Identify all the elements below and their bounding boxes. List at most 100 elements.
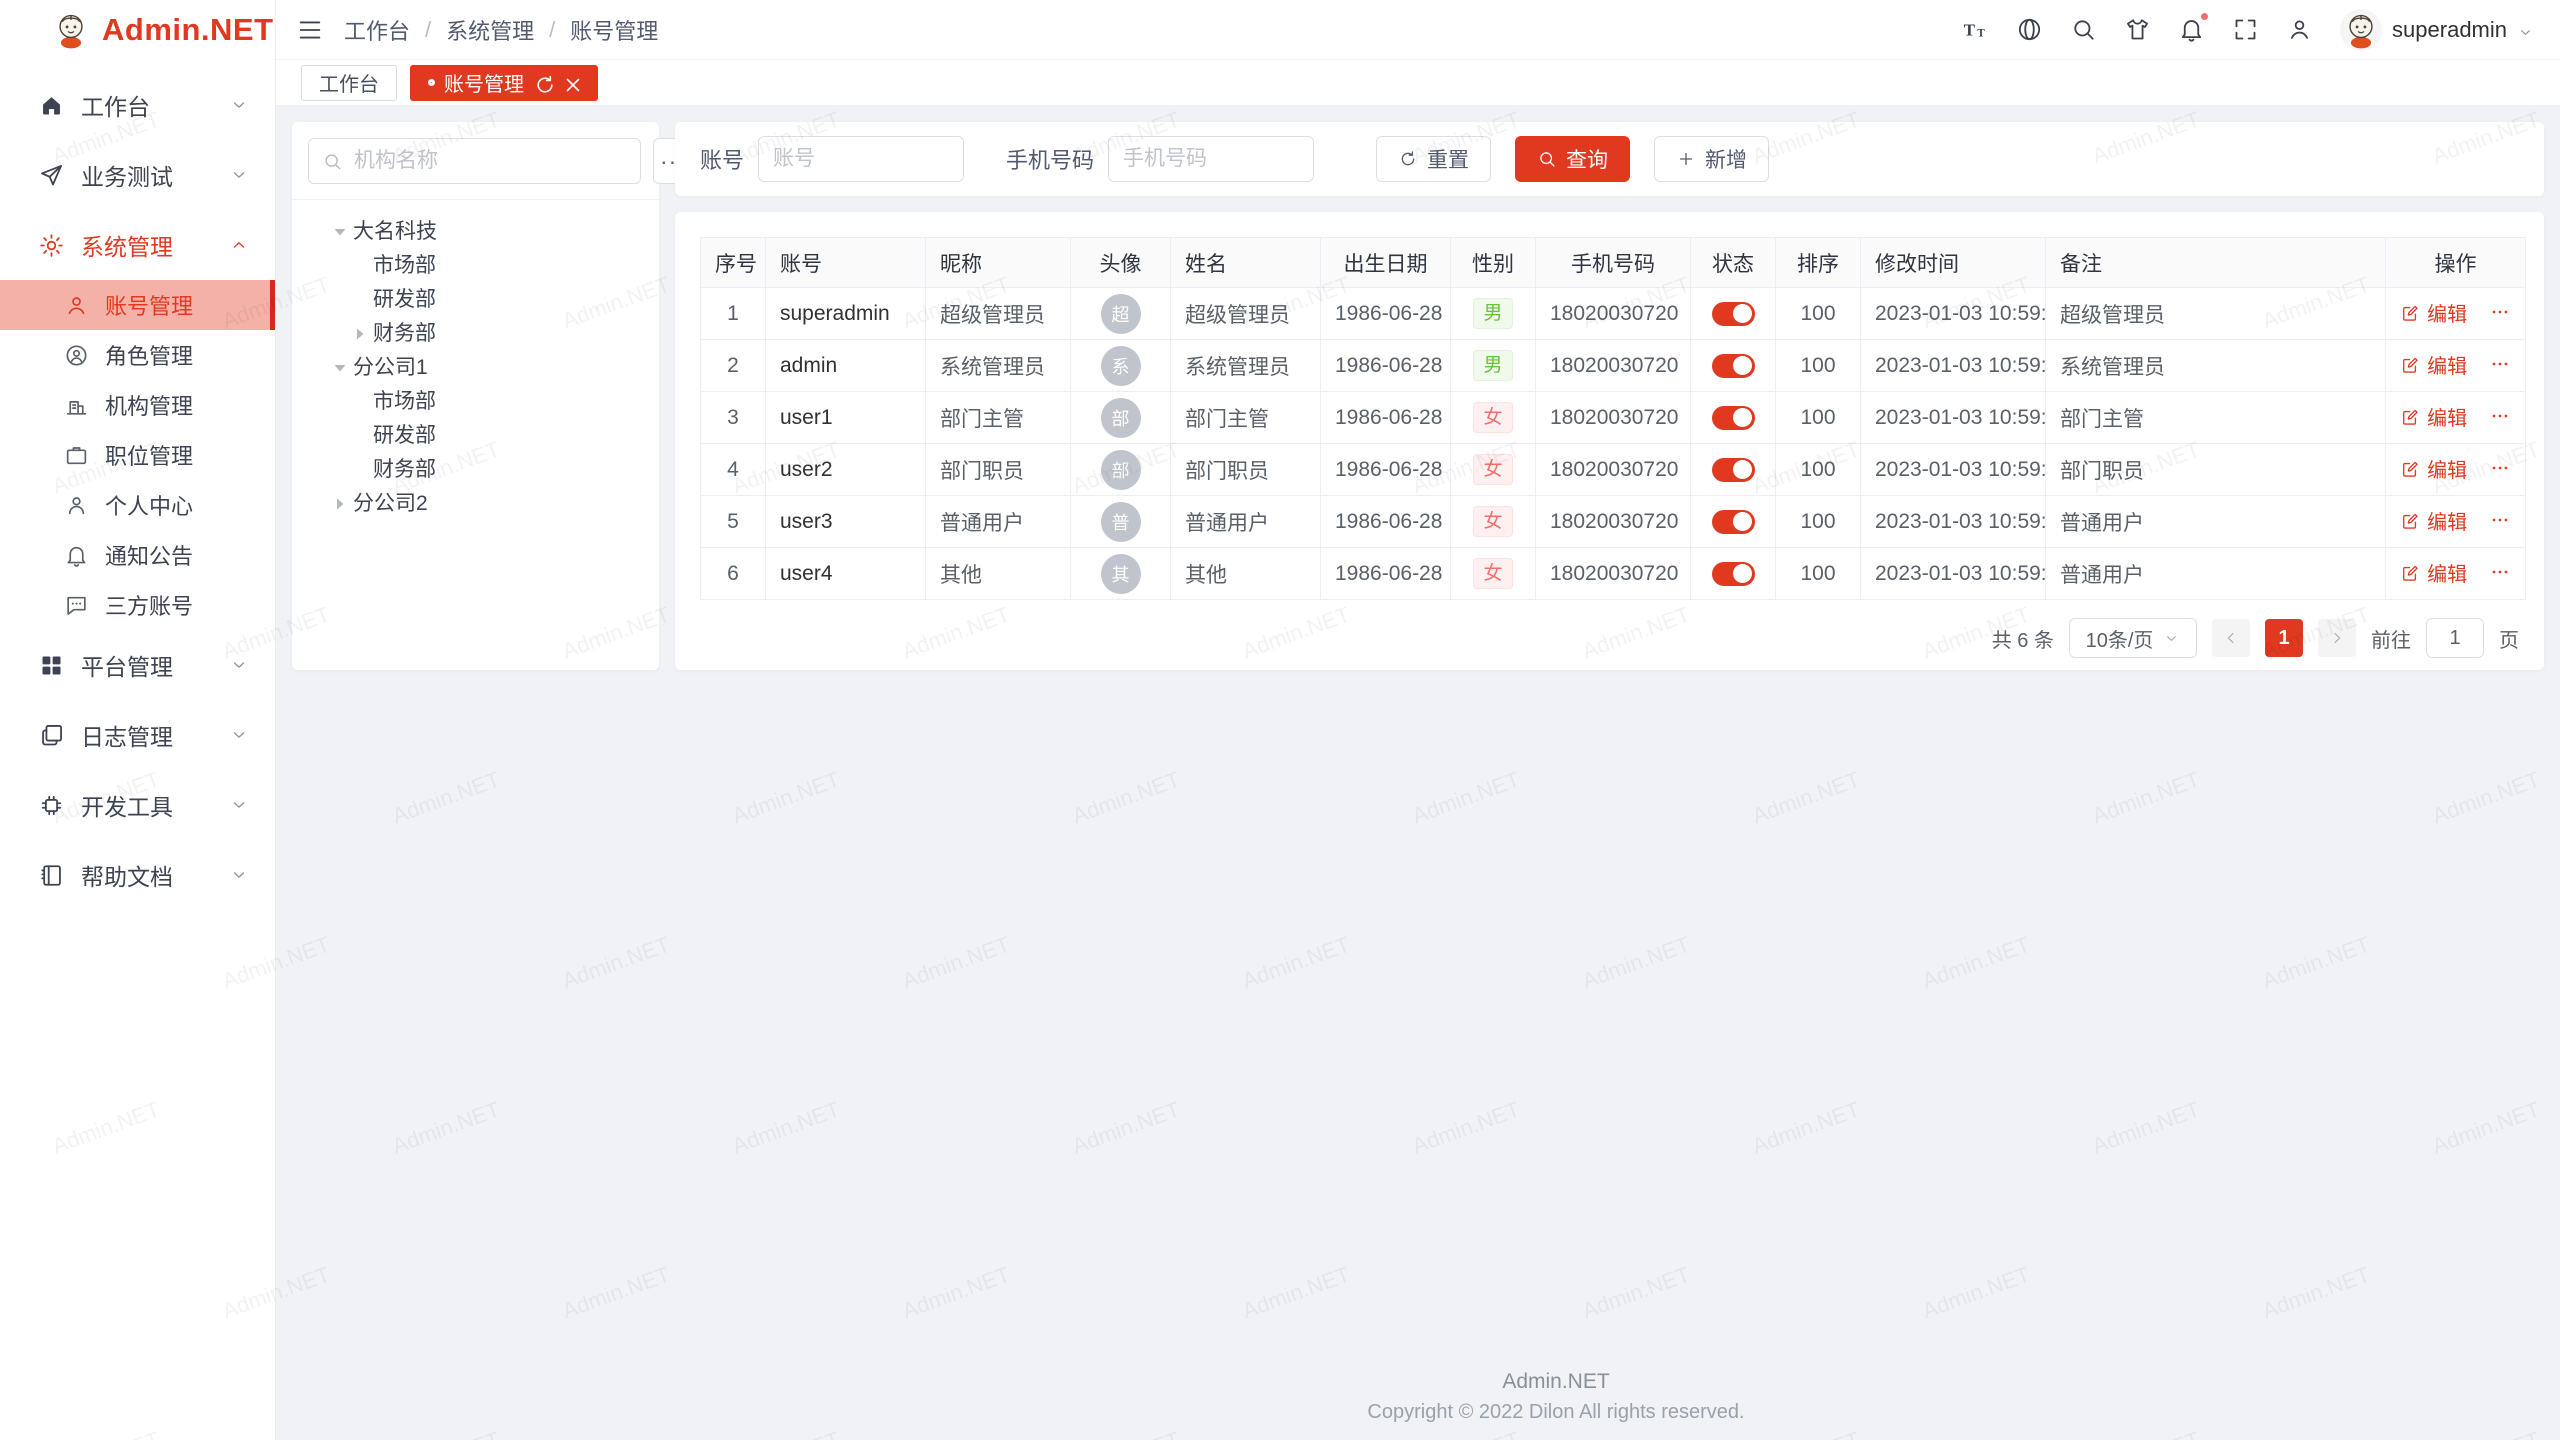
sidebar-item-help-docs[interactable]: 帮助文档 (0, 840, 275, 910)
tree-node[interactable]: 市场部 (300, 383, 651, 417)
caret-right-icon[interactable] (328, 492, 348, 512)
sidebar-item-org-manage[interactable]: 机构管理 (0, 380, 275, 430)
tab-workbench[interactable]: 工作台 (301, 65, 397, 101)
sidebar-item-third-account[interactable]: 三方账号 (0, 580, 275, 630)
row-more-button[interactable] (2489, 353, 2511, 375)
reset-button[interactable]: 重置 (1376, 136, 1491, 182)
sidebar-item-role-manage[interactable]: 角色管理 (0, 330, 275, 380)
sidebar-item-log-manage[interactable]: 日志管理 (0, 700, 275, 770)
gender-tag: 女 (1473, 402, 1512, 433)
cell-gender: 女 (1451, 496, 1536, 548)
theme-icon[interactable] (2124, 16, 2151, 43)
lang-icon (2016, 16, 2043, 43)
refresh-tab-icon[interactable] (533, 73, 552, 92)
page-size-select[interactable]: 10条/页 (2069, 618, 2197, 658)
cell-sort: 100 (1776, 392, 1861, 444)
next-page-button[interactable] (2318, 619, 2356, 657)
cell-no: 4 (701, 444, 766, 496)
sidebar-item-system-manage[interactable]: 系统管理 (0, 210, 275, 280)
sidebar-item-account-manage[interactable]: 账号管理 (0, 280, 275, 330)
top-navbar: 工作台/系统管理/账号管理 TT superadmin (276, 0, 2560, 60)
sidebar-item-business-test[interactable]: 业务测试 (0, 140, 275, 210)
cell-gender: 女 (1451, 444, 1536, 496)
caret-down-icon[interactable] (328, 356, 348, 376)
row-more-button[interactable] (2489, 301, 2511, 323)
tab-account-manage[interactable]: 账号管理 (410, 65, 598, 101)
cell-nickname: 部门主管 (926, 392, 1071, 444)
sidebar-item-dev-tools[interactable]: 开发工具 (0, 770, 275, 840)
status-toggle[interactable] (1712, 458, 1755, 482)
cell-sort: 100 (1776, 444, 1861, 496)
page-1-button[interactable]: 1 (2265, 619, 2303, 657)
sidebar-item-notice[interactable]: 通知公告 (0, 530, 275, 580)
tree-node[interactable]: 财务部 (300, 315, 651, 349)
breadcrumb-item[interactable]: 账号管理 (570, 14, 658, 46)
brand-mascot-icon (50, 9, 92, 51)
brand-logo[interactable]: Admin.NET (0, 0, 275, 60)
tree-node[interactable]: 市场部 (300, 247, 651, 281)
sidebar-item-label: 个人中心 (105, 489, 193, 521)
edit-button[interactable]: 编辑 (2400, 454, 2467, 483)
cell-remark: 部门职员 (2046, 444, 2386, 496)
prev-page-button[interactable] (2212, 619, 2250, 657)
status-toggle[interactable] (1712, 406, 1755, 430)
goto-page-input[interactable] (2426, 618, 2484, 658)
close-tab-icon[interactable] (561, 73, 580, 92)
sidebar-item-workbench[interactable]: 工作台 (0, 70, 275, 140)
status-toggle[interactable] (1712, 302, 1755, 326)
phone-input[interactable] (1108, 136, 1314, 182)
status-toggle[interactable] (1712, 510, 1755, 534)
tree-node[interactable]: 大名科技 (300, 213, 651, 247)
user-menu[interactable]: superadmin (2340, 9, 2534, 51)
tree-node[interactable]: 分公司1 (300, 349, 651, 383)
sidebar-item-personal-center[interactable]: 个人中心 (0, 480, 275, 530)
edit-button[interactable]: 编辑 (2400, 298, 2467, 327)
tree-node[interactable]: 分公司2 (300, 485, 651, 519)
row-more-button[interactable] (2489, 457, 2511, 479)
add-button[interactable]: 新增 (1654, 136, 1769, 182)
fullscreen-icon[interactable] (2232, 16, 2259, 43)
edit-button[interactable]: 编辑 (2400, 402, 2467, 431)
breadcrumb: 工作台/系统管理/账号管理 (344, 14, 658, 46)
org-search-input[interactable] (308, 138, 641, 184)
font-size-icon[interactable]: TT (1962, 16, 1989, 43)
org-name-field[interactable] (352, 148, 627, 174)
edit-button[interactable]: 编辑 (2400, 558, 2467, 587)
row-more-button[interactable] (2489, 405, 2511, 427)
caret-right-icon[interactable] (348, 322, 368, 342)
row-more-button[interactable] (2489, 509, 2511, 531)
chev-down-icon (229, 795, 249, 815)
tree-node[interactable]: 研发部 (300, 417, 651, 451)
language-icon[interactable] (2016, 16, 2043, 43)
refresh-icon (1398, 149, 1418, 169)
sidebar-item-position-manage[interactable]: 职位管理 (0, 430, 275, 480)
notification-icon[interactable] (2178, 16, 2205, 43)
breadcrumb-item[interactable]: 系统管理 (446, 14, 534, 46)
edit-button[interactable]: 编辑 (2400, 350, 2467, 379)
row-more-button[interactable] (2489, 561, 2511, 583)
tree-node[interactable]: 研发部 (300, 281, 651, 315)
footer-copyright: Copyright © 2022 Dilon All rights reserv… (552, 1401, 2560, 1424)
account-input[interactable] (758, 136, 964, 182)
bell-icon (64, 543, 89, 568)
menu-fold-icon[interactable] (296, 16, 324, 44)
column-header-no: 序号 (701, 238, 766, 288)
breadcrumb-item[interactable]: 工作台 (344, 14, 410, 46)
cell-phone: 18020030720 (1536, 548, 1691, 600)
edit-button[interactable]: 编辑 (2400, 506, 2467, 535)
search-icon[interactable] (2070, 16, 2097, 43)
chev-down-icon (229, 725, 249, 745)
table-row: 1 superadmin 超级管理员 超 超级管理员 1986-06-28 男 … (701, 288, 2526, 340)
sidebar-item-platform-manage[interactable]: 平台管理 (0, 630, 275, 700)
active-dot-icon (428, 79, 435, 86)
refresh-icon (533, 73, 557, 97)
tree-node[interactable]: 财务部 (300, 451, 651, 485)
status-toggle[interactable] (1712, 354, 1755, 378)
profile-icon[interactable] (2286, 16, 2313, 43)
sidebar-item-label: 通知公告 (105, 539, 193, 571)
caret-down-icon[interactable] (328, 220, 348, 240)
status-toggle[interactable] (1712, 562, 1755, 586)
query-button[interactable]: 查询 (1515, 136, 1630, 182)
cell-nickname: 系统管理员 (926, 340, 1071, 392)
shirt-icon (2124, 16, 2151, 43)
